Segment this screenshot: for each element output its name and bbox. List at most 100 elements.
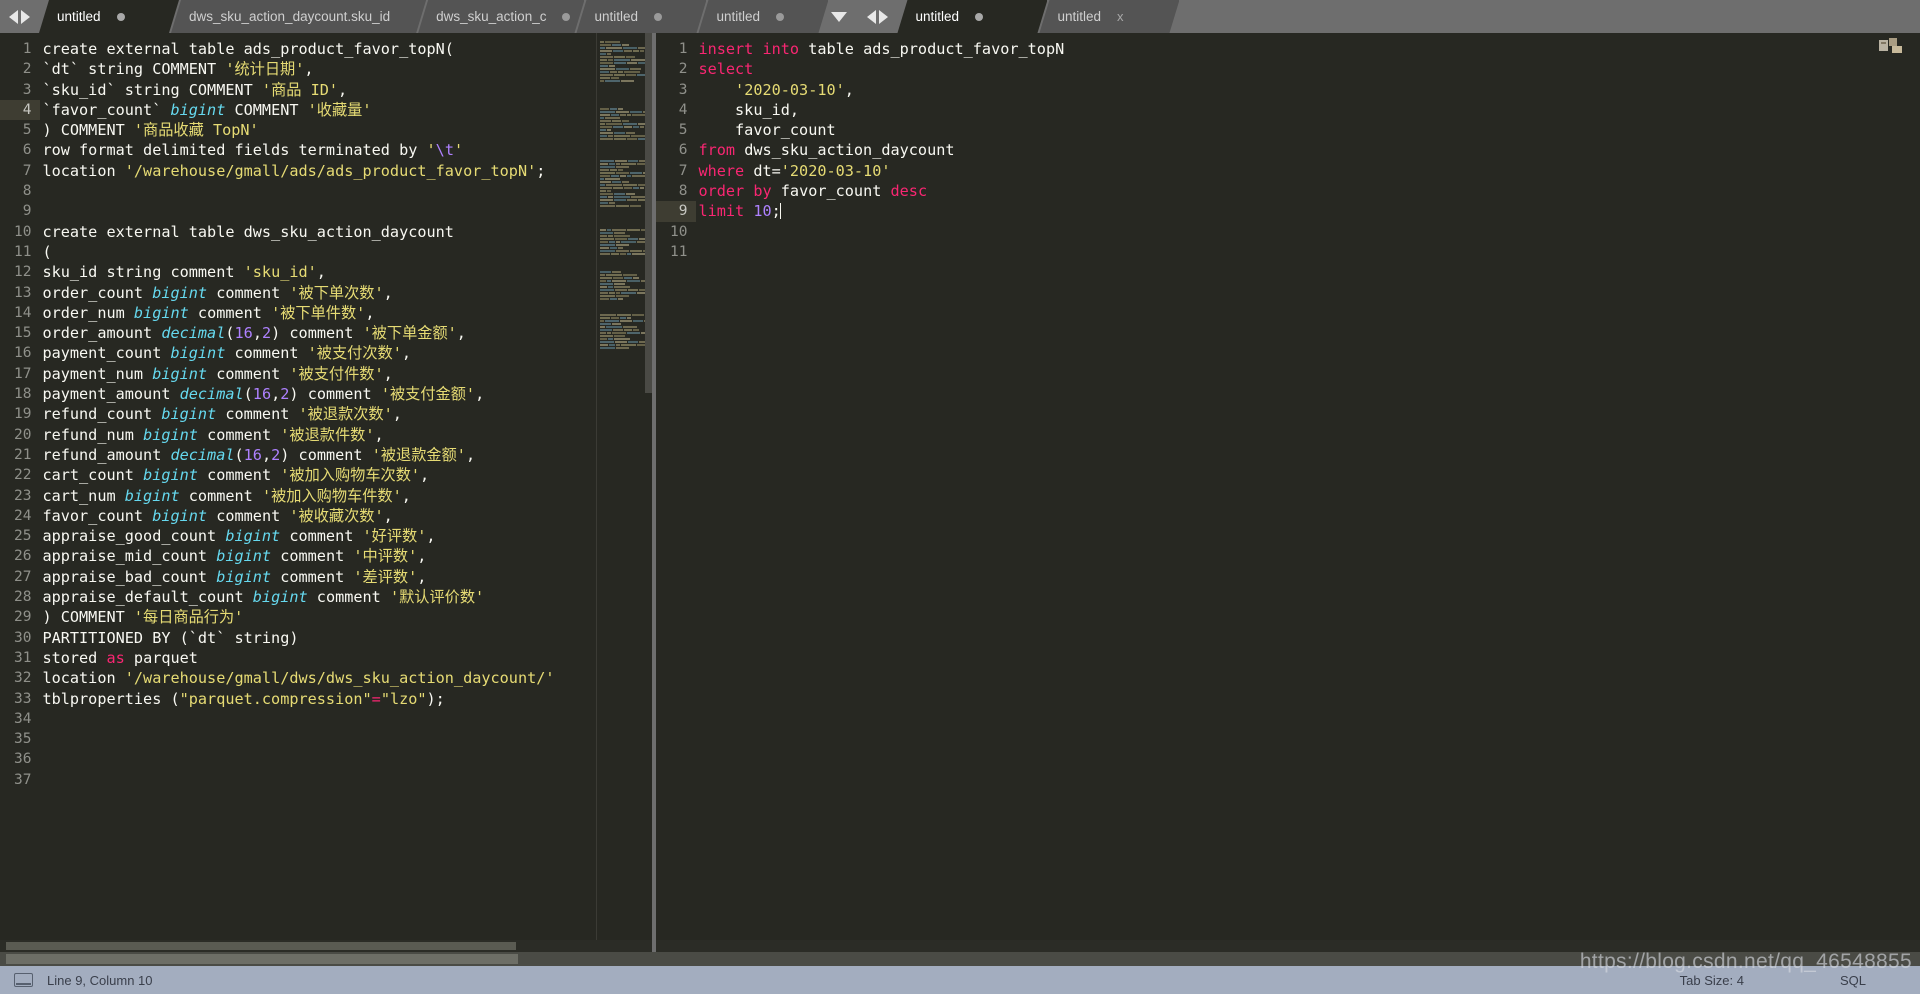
code-line[interactable]: row format delimited fields terminated b…	[40, 140, 596, 160]
line-number: 24	[14, 507, 32, 524]
chevron-down-icon[interactable]	[831, 11, 848, 22]
line-number: 26	[14, 548, 32, 565]
line-number: 31	[14, 649, 32, 666]
line-number: 25	[14, 528, 32, 545]
editor-tab[interactable]: untitled	[897, 0, 1047, 33]
code-line[interactable]: order by favor_count desc	[696, 181, 1920, 201]
chevron-left-icon[interactable]	[9, 9, 18, 24]
code-line[interactable]: create external table dws_sku_action_day…	[40, 222, 596, 242]
tab-size-label[interactable]: Tab Size: 4	[1680, 973, 1744, 988]
code-token: bigint	[152, 506, 208, 525]
editor-tab[interactable]: untitled	[576, 0, 706, 33]
code-line[interactable]: insert into table ads_product_favor_topN	[696, 39, 1920, 59]
unsaved-changes-dot-icon[interactable]	[975, 13, 983, 21]
code-line[interactable]: appraise_good_count bigint comment '好评数'…	[40, 526, 596, 546]
editor-tab[interactable]: untitled x	[1039, 0, 1179, 33]
chevron-left-icon[interactable]	[867, 9, 877, 24]
code-line[interactable]: appraise_bad_count bigint comment '差评数',	[40, 567, 596, 587]
code-line[interactable]: location '/warehouse/gmall/dws/dws_sku_a…	[40, 668, 596, 688]
code-line[interactable]: refund_num bigint comment '被退款件数',	[40, 425, 596, 445]
code-line[interactable]: PARTITIONED BY (`dt` string)	[40, 628, 596, 648]
code-line[interactable]: payment_num bigint comment '被支付件数',	[40, 364, 596, 384]
code-line[interactable]: cart_count bigint comment '被加入购物车次数',	[40, 465, 596, 485]
code-line[interactable]: appraise_default_count bigint comment '默…	[40, 587, 596, 607]
text-caret	[779, 203, 782, 220]
code-line[interactable]: order_count bigint comment '被下单次数',	[40, 283, 596, 303]
unsaved-changes-dot-icon[interactable]	[562, 13, 570, 21]
right-group-nav-arrows[interactable]	[858, 0, 897, 33]
code-line[interactable]: favor_count	[696, 120, 1920, 140]
editor-tab[interactable]: untitled	[698, 0, 828, 33]
code-token: '被退款次数'	[298, 405, 393, 424]
code-token: (	[243, 385, 253, 404]
chevron-right-icon[interactable]	[879, 9, 889, 24]
code-line[interactable]: `sku_id` string COMMENT '商品 ID',	[40, 80, 596, 100]
code-line[interactable]: where dt='2020-03-10'	[696, 161, 1920, 181]
language-mode-label[interactable]: SQL	[1840, 973, 1866, 988]
code-token: bigint	[161, 405, 217, 424]
code-line[interactable]	[40, 181, 596, 201]
right-horizontal-scrollbar[interactable]	[656, 940, 1920, 952]
code-line[interactable]	[40, 729, 596, 749]
code-line[interactable]: tblproperties ("parquet.compression"="lz…	[40, 689, 596, 709]
code-line[interactable]	[40, 201, 596, 221]
code-token: order_num	[42, 303, 134, 322]
code-line[interactable]	[696, 222, 1920, 242]
code-line[interactable]: ) COMMENT '商品收藏 TopN'	[40, 120, 596, 140]
unsaved-changes-dot-icon[interactable]	[654, 13, 662, 21]
code-line[interactable]: refund_count bigint comment '被退款次数',	[40, 404, 596, 424]
editor-tab[interactable]: dws_sku_action_c	[418, 0, 584, 33]
code-line[interactable]	[40, 749, 596, 769]
line-number: 1	[22, 41, 32, 57]
code-token: limit	[698, 202, 745, 221]
code-line[interactable]: (	[40, 242, 596, 262]
code-line[interactable]	[40, 770, 596, 790]
code-line[interactable]: create external table ads_product_favor_…	[40, 39, 596, 59]
code-line[interactable]: cart_num bigint comment '被加入购物车件数',	[40, 486, 596, 506]
code-line[interactable]: payment_count bigint comment '被支付次数',	[40, 343, 596, 363]
code-line[interactable]: order_amount decimal(16,2) comment '被下单金…	[40, 323, 596, 343]
code-line[interactable]: favor_count bigint comment '被收藏次数',	[40, 506, 596, 526]
left-group-nav-arrows[interactable]	[0, 0, 39, 33]
code-line[interactable]: refund_amount decimal(16,2) comment '被退款…	[40, 445, 596, 465]
line-number: 21	[14, 446, 32, 463]
editor-tab[interactable]: dws_sku_action_daycount.sku_id	[171, 0, 426, 33]
code-line[interactable]: sku_id,	[696, 100, 1920, 120]
code-token: ,	[304, 60, 314, 79]
close-icon[interactable]: x	[1117, 9, 1124, 24]
chevron-right-icon[interactable]	[21, 9, 30, 24]
code-token: refund_amount	[42, 445, 171, 464]
left-horizontal-scrollbar[interactable]	[0, 940, 652, 952]
code-line[interactable]: `favor_count` bigint COMMENT '收藏量'	[40, 100, 596, 120]
code-line[interactable]: location '/warehouse/gmall/ads/ads_produ…	[40, 161, 596, 181]
code-line[interactable]: ) COMMENT '每日商品行为'	[40, 607, 596, 627]
code-line[interactable]: from dws_sku_action_daycount	[696, 140, 1920, 160]
code-token: payment_amount	[42, 385, 180, 404]
code-line[interactable]: limit 10;	[696, 201, 1920, 221]
code-line[interactable]: appraise_mid_count bigint comment '中评数',	[40, 546, 596, 566]
window-horizontal-scrollbar[interactable]	[0, 952, 1920, 966]
code-line[interactable]: sku_id string comment 'sku_id',	[40, 262, 596, 282]
left-code-area[interactable]: 1 2 3 4 5 6 7 8 9 10 11 12 13 14 15 16 17 18 19 20 21 22 23 24 2…	[0, 33, 596, 940]
code-line[interactable]	[40, 709, 596, 729]
right-code-area[interactable]: 1 2 3 4 5 6 7 8 9 10 11 insert into table ads_prod…	[656, 33, 1920, 940]
code-line[interactable]: `dt` string COMMENT '统计日期',	[40, 59, 596, 79]
code-line[interactable]	[696, 242, 1920, 262]
unsaved-changes-dot-icon[interactable]	[117, 13, 125, 21]
code-token: bigint	[152, 283, 208, 302]
code-line[interactable]: '2020-03-10',	[696, 80, 1920, 100]
code-token: comment	[216, 405, 299, 424]
right-code-content[interactable]: insert into table ads_product_favor_topN…	[696, 33, 1920, 940]
code-line[interactable]: stored as parquet	[40, 648, 596, 668]
editor-tab[interactable]: untitled	[39, 0, 179, 33]
unsaved-changes-dot-icon[interactable]	[776, 13, 784, 21]
code-token: ,	[475, 385, 485, 404]
code-token: "lzo"	[380, 689, 427, 708]
code-line[interactable]: payment_amount decimal(16,2) comment '被支…	[40, 384, 596, 404]
left-minimap-scrollbar[interactable]	[645, 33, 652, 393]
code-line[interactable]: select	[696, 59, 1920, 79]
code-line[interactable]: order_num bigint comment '被下单件数',	[40, 303, 596, 323]
left-minimap[interactable]	[596, 33, 652, 940]
left-code-content[interactable]: create external table ads_product_favor_…	[40, 33, 596, 940]
